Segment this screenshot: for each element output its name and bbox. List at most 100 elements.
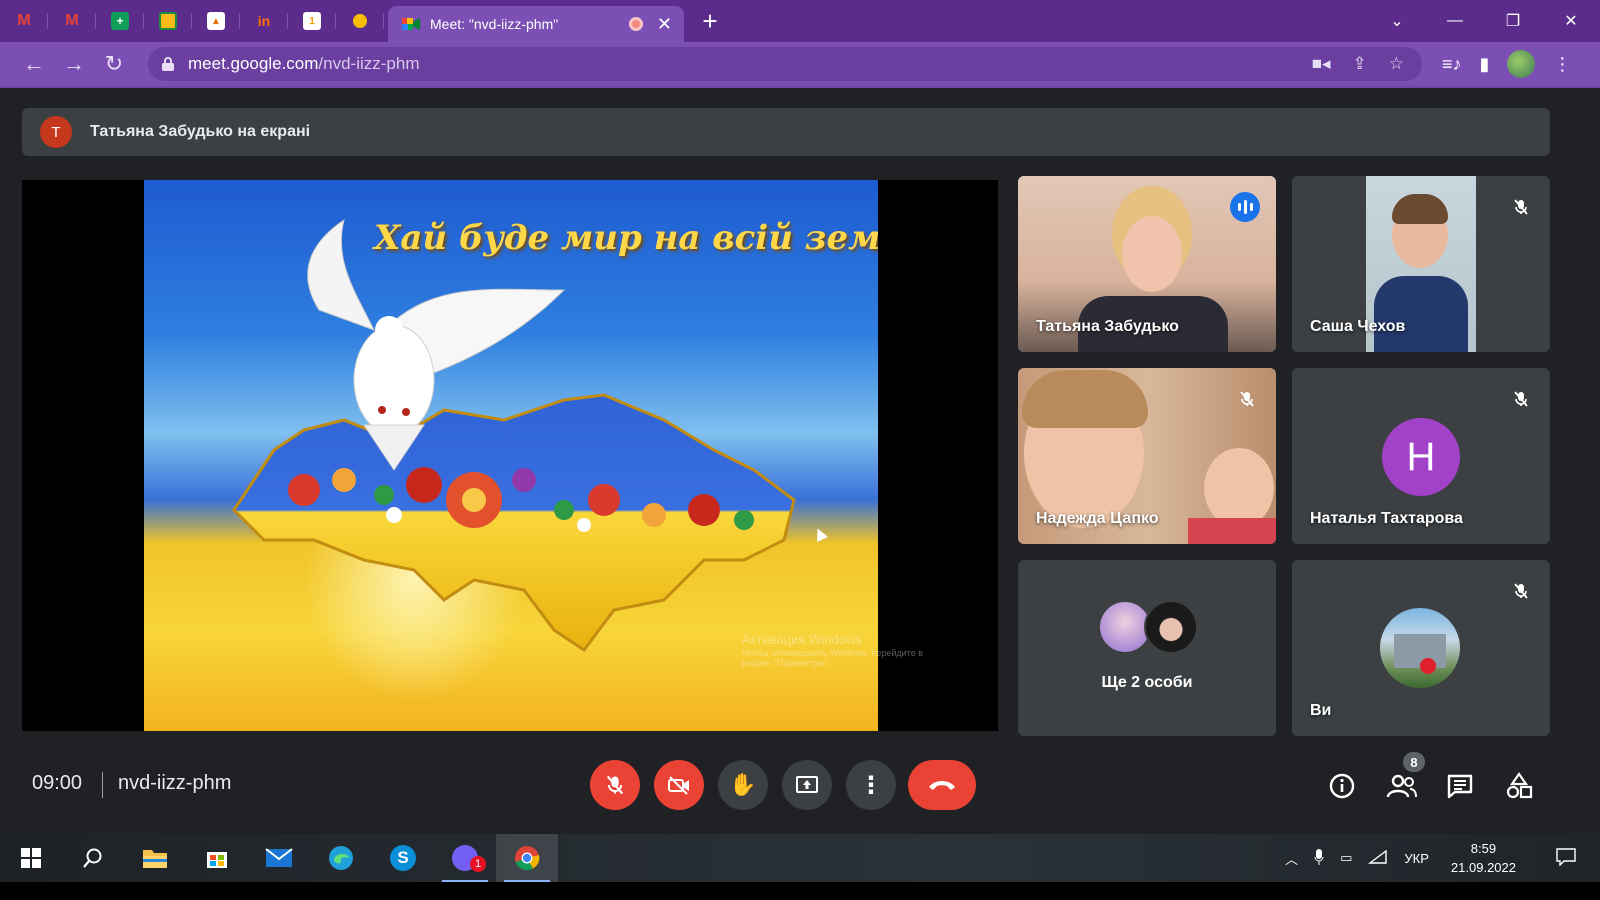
watermark-title: Активация Windows <box>742 632 862 647</box>
window-controls: ⌄ — ❐ ✕ <box>1368 0 1600 42</box>
search-button[interactable] <box>62 834 124 882</box>
chrome-button[interactable] <box>496 834 558 882</box>
browser-tab-bar: M M + ▲ in 1 Meet: "nvd-iizz-phm" ✕ + ⌄ … <box>0 0 1600 42</box>
screen-bottom-edge <box>0 882 1600 900</box>
new-tab-button[interactable]: + <box>690 0 730 42</box>
lock-icon[interactable] <box>162 57 174 71</box>
tab-search-icon[interactable]: ⌄ <box>1368 11 1426 31</box>
camera-toggle-button[interactable] <box>654 760 704 810</box>
pinned-tab-classroom[interactable] <box>144 0 192 42</box>
more-participants-avatars <box>1098 600 1198 654</box>
url-text[interactable]: meet.google.com/nvd-iizz-phm <box>188 54 1312 74</box>
participant-tile-tatiana[interactable]: Татьяна Забудько <box>1018 176 1276 352</box>
omnibox[interactable]: meet.google.com/nvd-iizz-phm ■◂ ⇪ ☆ <box>148 47 1422 81</box>
muted-mic-icon <box>1232 384 1262 414</box>
forward-icon[interactable]: → <box>54 51 94 77</box>
participant-tile-self[interactable]: Ви <box>1292 560 1550 736</box>
tab-meet[interactable]: Meet: "nvd-iizz-phm" ✕ <box>388 6 684 42</box>
viber-badge: 1 <box>470 856 486 872</box>
reload-icon[interactable]: ↻ <box>94 51 134 77</box>
participant-tile-sasha[interactable]: Саша Чехов <box>1292 176 1550 352</box>
bookmark-star-icon[interactable]: ☆ <box>1389 54 1404 74</box>
pinned-tab-keep[interactable] <box>336 0 384 42</box>
keep-icon <box>353 14 367 28</box>
participant-name: Саша Чехов <box>1310 318 1406 335</box>
tab-title: Meet: "nvd-iizz-phm" <box>430 16 559 32</box>
skype-button[interactable]: S <box>372 834 434 882</box>
share-icon[interactable]: ⇪ <box>1353 54 1367 74</box>
start-button[interactable] <box>0 834 62 882</box>
avatar <box>1144 600 1198 654</box>
participant-count-badge: 8 <box>1403 752 1425 772</box>
clock-date: 21.09.2022 <box>1450 860 1516 875</box>
pinned-tab-sheets[interactable]: + <box>96 0 144 42</box>
back-icon[interactable]: ← <box>14 51 54 77</box>
participant-avatar: Н <box>1382 418 1460 496</box>
leave-call-button[interactable] <box>908 760 976 810</box>
chat-button[interactable] <box>1440 766 1480 806</box>
self-avatar <box>1380 608 1460 688</box>
presenter-avatar: T <box>40 116 72 148</box>
taskbar-clock[interactable]: 8:59 21.09.2022 <box>1451 839 1516 878</box>
pinned-tab-photo[interactable]: ▲ <box>192 0 240 42</box>
participant-name: Ви <box>1310 702 1332 719</box>
clothes-shape <box>1188 518 1276 544</box>
meeting-details-button[interactable] <box>1322 766 1362 806</box>
participant-tile-more[interactable]: Ще 2 особи <box>1018 560 1276 736</box>
chrome-icon <box>515 846 540 871</box>
flower-shape <box>1420 658 1436 674</box>
meet-icon <box>402 18 420 30</box>
search-icon <box>83 848 102 868</box>
windows-taskbar: S 1 ︿ ▭ УКР 8:59 21.09.2022 <box>0 834 1600 882</box>
input-language[interactable]: УКР <box>1404 851 1429 866</box>
edge-button[interactable] <box>310 834 372 882</box>
mic-off-icon <box>606 775 624 795</box>
hair-shape <box>1022 370 1148 428</box>
microphone-icon[interactable] <box>1314 848 1324 869</box>
photo-icon: ▲ <box>207 12 225 30</box>
divider <box>102 772 103 798</box>
participant-tile-nadezhda[interactable]: Надежда Цапко <box>1018 368 1276 544</box>
restore-icon[interactable]: ❐ <box>1484 11 1542 31</box>
more-options-button[interactable]: ⋮ <box>846 760 896 810</box>
media-control-icon[interactable]: ≡♪ <box>1442 54 1462 75</box>
file-explorer-button[interactable] <box>124 834 186 882</box>
close-tab-icon[interactable]: ✕ <box>657 15 672 33</box>
edge-icon <box>329 846 353 870</box>
chrome-menu-icon[interactable]: ⋮ <box>1553 54 1571 75</box>
hand-icon: ✋ <box>729 772 757 797</box>
present-icon <box>796 776 818 793</box>
show-hidden-icons-icon[interactable]: ︿ <box>1285 849 1298 868</box>
mic-toggle-button[interactable] <box>590 760 640 810</box>
side-panel-icon[interactable]: ▮ <box>1480 54 1490 75</box>
notifications-icon[interactable] <box>1556 847 1576 869</box>
camera-in-use-icon[interactable]: ■◂ <box>1312 54 1331 74</box>
people-button[interactable] <box>1382 766 1422 806</box>
store-button[interactable] <box>186 834 248 882</box>
viber-button[interactable]: 1 <box>434 834 496 882</box>
activities-button[interactable] <box>1499 766 1539 806</box>
address-bar: ← → ↻ meet.google.com/nvd-iizz-phm ■◂ ⇪ … <box>0 42 1600 88</box>
mail-button[interactable] <box>248 834 310 882</box>
profile-avatar[interactable] <box>1507 50 1536 78</box>
raise-hand-button[interactable]: ✋ <box>718 760 768 810</box>
display-icon[interactable]: ▭ <box>1340 850 1352 866</box>
pinned-tab-gmail-2[interactable]: M <box>48 0 96 42</box>
gmail-icon: M <box>65 12 79 29</box>
meeting-time: 09:00 <box>32 772 83 794</box>
minimize-icon[interactable]: — <box>1426 12 1484 30</box>
present-screen-button[interactable] <box>782 760 832 810</box>
close-window-icon[interactable]: ✕ <box>1542 11 1600 31</box>
muted-mic-icon <box>1506 384 1536 414</box>
wifi-icon[interactable] <box>1368 849 1388 868</box>
clothes-shape <box>1374 276 1468 352</box>
participant-tile-natalia[interactable]: Н Наталья Тахтарова <box>1292 368 1550 544</box>
pinned-tab-gmail[interactable]: M <box>0 0 48 42</box>
presenting-banner: T Татьяна Забудько на екрані <box>22 108 1550 156</box>
watermark-line-2: раздел "Параметры". <box>742 658 831 669</box>
system-tray: ︿ ▭ УКР 8:59 21.09.2022 <box>1269 834 1600 882</box>
watermark-line-1: Чтобы активировать Windows, перейдите в <box>742 647 923 658</box>
windows-activation-watermark: Активация Windows Чтобы активировать Win… <box>742 632 923 669</box>
pinned-tab-calendar[interactable]: 1 <box>288 0 336 42</box>
pinned-tab-in[interactable]: in <box>240 0 288 42</box>
